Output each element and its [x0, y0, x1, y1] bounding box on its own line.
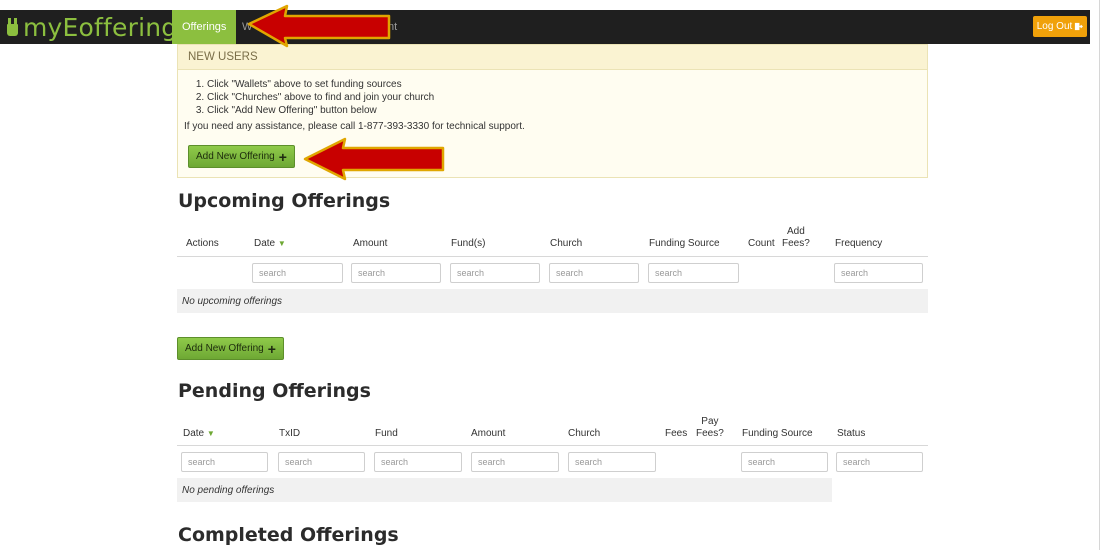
col-amount[interactable]: Amount	[471, 428, 505, 440]
search-funds-input[interactable]: search	[450, 263, 540, 283]
search-amount-input[interactable]: search	[471, 452, 559, 472]
nav-offerings[interactable]: Offerings	[172, 10, 237, 44]
logout-button[interactable]: Log Out	[1033, 16, 1087, 37]
col-pay-fees-line2: Fees?	[696, 428, 724, 439]
col-date-label: Date	[183, 428, 205, 439]
col-fees[interactable]: Fees	[665, 428, 687, 440]
col-actions: Actions	[186, 238, 219, 249]
col-amount[interactable]: Amount	[353, 238, 387, 250]
new-users-steps: Click "Wallets" above to set funding sou…	[207, 78, 927, 117]
brand-logo[interactable]: myEoffering	[6, 12, 178, 42]
col-fund[interactable]: Fund	[375, 428, 398, 440]
col-church[interactable]: Church	[550, 238, 582, 250]
search-funding-source-input[interactable]: search	[741, 452, 828, 472]
new-users-panel: NEW USERS Click "Wallets" above to set f…	[177, 44, 928, 178]
add-new-offering-label: Add New Offering	[196, 151, 275, 162]
header-divider	[177, 445, 928, 446]
search-date-input[interactable]: search	[181, 452, 268, 472]
completed-title: Completed Offerings	[178, 524, 399, 546]
plus-icon: +	[278, 148, 287, 165]
col-add-fees-line1: Add	[787, 226, 805, 237]
add-new-offering-button-2[interactable]: Add New Offering +	[177, 337, 284, 360]
col-pay-fees[interactable]: Pay Fees?	[696, 416, 724, 440]
sort-down-icon: ▼	[277, 239, 286, 248]
pending-empty-row: No pending offerings	[177, 478, 832, 502]
search-church-input[interactable]: search	[568, 452, 656, 472]
col-pay-fees-line1: Pay	[701, 416, 719, 427]
header-divider	[177, 256, 928, 257]
offering-box-icon	[6, 18, 19, 36]
logout-label: Log Out	[1036, 21, 1073, 32]
search-fund-input[interactable]: search	[374, 452, 462, 472]
col-frequency[interactable]: Frequency	[835, 238, 882, 250]
col-status[interactable]: Status	[837, 428, 865, 440]
step-item: Click "Add New Offering" button below	[207, 104, 927, 117]
page: myEoffering Offerings W nt Log Out NEW U…	[0, 0, 1102, 550]
search-date-input[interactable]: search	[252, 263, 343, 283]
search-church-input[interactable]: search	[549, 263, 639, 283]
new-users-title: NEW USERS	[178, 45, 927, 70]
col-funding-source[interactable]: Funding Source	[742, 428, 813, 440]
upcoming-empty-row: No upcoming offerings	[177, 289, 928, 313]
step-item: Click "Wallets" above to set funding sou…	[207, 78, 927, 91]
door-exit-icon	[1075, 22, 1084, 31]
red-arrow-icon	[247, 4, 391, 48]
col-add-fees-line2: Fees?	[782, 238, 810, 249]
col-church[interactable]: Church	[568, 428, 600, 440]
col-date-label: Date	[254, 238, 276, 249]
col-count[interactable]: Count	[748, 238, 775, 250]
support-text: If you need any assistance, please call …	[184, 121, 525, 132]
nav-offerings-label: Offerings	[182, 21, 227, 33]
col-add-fees[interactable]: Add Fees?	[782, 226, 810, 250]
search-txid-input[interactable]: search	[278, 452, 365, 472]
step-item: Click "Churches" above to find and join …	[207, 91, 927, 104]
top-navbar: myEoffering Offerings W nt Log Out	[0, 10, 1090, 44]
red-arrow-icon	[303, 137, 445, 181]
col-funding-source[interactable]: Funding Source	[649, 238, 720, 250]
pending-title: Pending Offerings	[178, 380, 371, 402]
plus-icon: +	[267, 340, 276, 357]
col-date[interactable]: Date ▼	[254, 238, 286, 250]
col-txid[interactable]: TxID	[279, 428, 300, 440]
add-new-offering-label: Add New Offering	[185, 343, 264, 354]
add-new-offering-button[interactable]: Add New Offering +	[188, 145, 295, 168]
window-edge	[1099, 0, 1100, 550]
col-date[interactable]: Date ▼	[183, 428, 215, 440]
search-status-input[interactable]: search	[836, 452, 923, 472]
sort-down-icon: ▼	[206, 429, 215, 438]
search-funding-source-input[interactable]: search	[648, 263, 739, 283]
brand-name: myEoffering	[23, 12, 178, 42]
upcoming-title: Upcoming Offerings	[178, 190, 391, 212]
search-amount-input[interactable]: search	[351, 263, 441, 283]
search-frequency-input[interactable]: search	[834, 263, 923, 283]
col-funds[interactable]: Fund(s)	[451, 238, 485, 250]
